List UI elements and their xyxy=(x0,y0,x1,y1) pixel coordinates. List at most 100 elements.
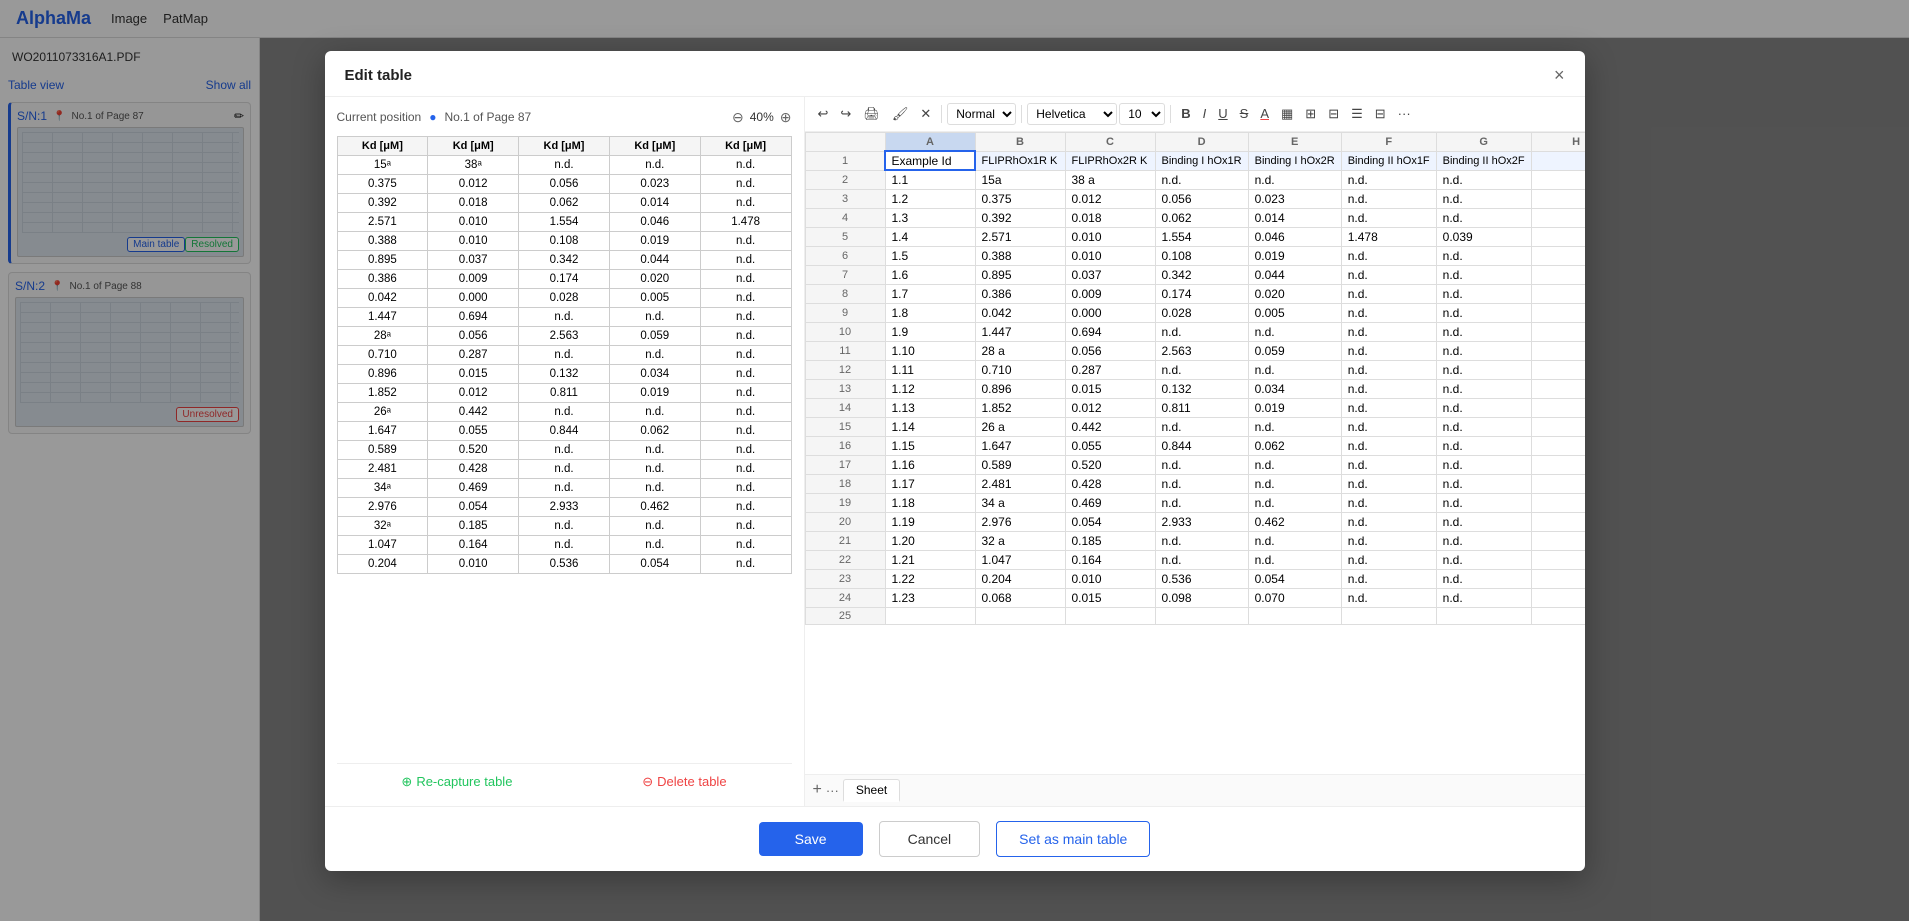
spreadsheet-cell[interactable]: 1.11 xyxy=(885,360,975,379)
spreadsheet-cell[interactable]: 0.287 xyxy=(1065,360,1155,379)
spreadsheet-cell[interactable]: 1.12 xyxy=(885,379,975,398)
highlight-button[interactable]: ▦ xyxy=(1276,103,1298,125)
spreadsheet-cell[interactable]: n.d. xyxy=(1248,360,1341,379)
spreadsheet-cell[interactable]: 0.392 xyxy=(975,208,1065,227)
borders-button[interactable]: ⊞ xyxy=(1300,103,1321,125)
spreadsheet-cell[interactable] xyxy=(1248,607,1341,624)
spreadsheet-cell[interactable]: 1.20 xyxy=(885,531,975,550)
spreadsheet-cell[interactable]: n.d. xyxy=(1248,493,1341,512)
spreadsheet-cell[interactable]: n.d. xyxy=(1436,588,1531,607)
spreadsheet-cell[interactable] xyxy=(1531,265,1584,284)
spreadsheet-cell[interactable]: n.d. xyxy=(1436,417,1531,436)
spreadsheet-cell[interactable]: 0.054 xyxy=(1065,512,1155,531)
spreadsheet-cell[interactable]: n.d. xyxy=(1436,455,1531,474)
spreadsheet-cell[interactable]: n.d. xyxy=(1248,170,1341,189)
spreadsheet-cell[interactable]: n.d. xyxy=(1436,303,1531,322)
spreadsheet-cell[interactable]: 26 a xyxy=(975,417,1065,436)
spreadsheet-cell[interactable]: 0.442 xyxy=(1065,417,1155,436)
spreadsheet-cell[interactable]: n.d. xyxy=(1341,189,1436,208)
spreadsheet-cell[interactable]: n.d. xyxy=(1248,531,1341,550)
sheet-more-button[interactable]: ··· xyxy=(826,783,839,798)
spreadsheet-cell[interactable]: n.d. xyxy=(1248,455,1341,474)
spreadsheet-cell[interactable]: 0.012 xyxy=(1065,189,1155,208)
spreadsheet-cell[interactable]: Binding I hOx2R xyxy=(1248,151,1341,170)
spreadsheet-cell[interactable]: 0.009 xyxy=(1065,284,1155,303)
spreadsheet-cell[interactable]: 1.13 xyxy=(885,398,975,417)
spreadsheet-cell[interactable]: n.d. xyxy=(1341,512,1436,531)
align-button[interactable]: ☰ xyxy=(1346,103,1368,125)
spreadsheet-cell[interactable] xyxy=(1531,398,1584,417)
spreadsheet-cell[interactable]: n.d. xyxy=(1436,379,1531,398)
spreadsheet-cell[interactable]: 0.469 xyxy=(1065,493,1155,512)
spreadsheet-cell[interactable]: 1.554 xyxy=(1155,227,1248,246)
spreadsheet-cell[interactable] xyxy=(1531,322,1584,341)
spreadsheet-cell[interactable]: Binding II hOx2F xyxy=(1436,151,1531,170)
spreadsheet-cell[interactable]: 0.014 xyxy=(1248,208,1341,227)
spreadsheet-cell[interactable]: 1.10 xyxy=(885,341,975,360)
spreadsheet-cell[interactable]: 1.4 xyxy=(885,227,975,246)
spreadsheet-cell[interactable] xyxy=(1531,455,1584,474)
spreadsheet-cell[interactable] xyxy=(1531,569,1584,588)
spreadsheet-cell[interactable]: n.d. xyxy=(1436,436,1531,455)
valign-button[interactable]: ⊟ xyxy=(1370,103,1391,125)
spreadsheet-cell[interactable] xyxy=(1531,360,1584,379)
recapture-button[interactable]: ⊕ Re-capture table xyxy=(401,774,512,790)
spreadsheet-cell[interactable]: n.d. xyxy=(1341,265,1436,284)
spreadsheet-container[interactable]: A B C D E F G H 1Example IdFLIPRhOx1R KF… xyxy=(805,132,1585,774)
spreadsheet-cell[interactable]: n.d. xyxy=(1341,531,1436,550)
spreadsheet-cell[interactable]: 0.428 xyxy=(1065,474,1155,493)
spreadsheet-cell[interactable]: n.d. xyxy=(1436,493,1531,512)
spreadsheet-cell[interactable] xyxy=(1531,303,1584,322)
spreadsheet-cell[interactable]: 2.976 xyxy=(975,512,1065,531)
spreadsheet-cell[interactable]: 0.010 xyxy=(1065,227,1155,246)
spreadsheet-cell[interactable]: n.d. xyxy=(1341,341,1436,360)
spreadsheet-cell[interactable]: 0.018 xyxy=(1065,208,1155,227)
font-select[interactable]: Helvetica xyxy=(1027,103,1117,125)
more-button[interactable]: ··· xyxy=(1393,103,1416,124)
spreadsheet-cell[interactable]: 0.185 xyxy=(1065,531,1155,550)
spreadsheet-cell[interactable]: n.d. xyxy=(1248,417,1341,436)
spreadsheet-cell[interactable]: 1.047 xyxy=(975,550,1065,569)
spreadsheet-cell[interactable]: 38 a xyxy=(1065,170,1155,189)
spreadsheet-cell[interactable]: n.d. xyxy=(1436,208,1531,227)
spreadsheet-cell[interactable]: 1.9 xyxy=(885,322,975,341)
spreadsheet-cell[interactable]: n.d. xyxy=(1341,379,1436,398)
spreadsheet-cell[interactable]: n.d. xyxy=(1341,588,1436,607)
spreadsheet-cell[interactable]: 0.694 xyxy=(1065,322,1155,341)
spreadsheet-cell[interactable] xyxy=(1531,208,1584,227)
underline-button[interactable]: U xyxy=(1213,103,1232,124)
spreadsheet-cell[interactable]: 0.056 xyxy=(1065,341,1155,360)
spreadsheet-cell[interactable]: n.d. xyxy=(1155,455,1248,474)
format-paint-button[interactable]: 🖌 xyxy=(887,103,914,125)
spreadsheet-cell[interactable] xyxy=(1341,607,1436,624)
spreadsheet-cell[interactable]: FLIPRhOx1R K xyxy=(975,151,1065,170)
spreadsheet-cell[interactable]: n.d. xyxy=(1436,398,1531,417)
spreadsheet-cell[interactable]: n.d. xyxy=(1436,550,1531,569)
spreadsheet-cell[interactable]: 0.108 xyxy=(1155,246,1248,265)
spreadsheet-cell[interactable]: 1.6 xyxy=(885,265,975,284)
spreadsheet-cell[interactable]: 1.478 xyxy=(1341,227,1436,246)
spreadsheet-cell[interactable]: 0.520 xyxy=(1065,455,1155,474)
spreadsheet-cell[interactable]: 0.012 xyxy=(1065,398,1155,417)
spreadsheet-cell[interactable]: n.d. xyxy=(1436,512,1531,531)
spreadsheet-cell[interactable] xyxy=(1531,246,1584,265)
spreadsheet-cell[interactable]: 0.010 xyxy=(1065,569,1155,588)
spreadsheet-cell[interactable]: n.d. xyxy=(1248,474,1341,493)
spreadsheet-cell[interactable] xyxy=(1531,284,1584,303)
spreadsheet-cell[interactable]: 0.023 xyxy=(1248,189,1341,208)
spreadsheet-cell[interactable]: 0.098 xyxy=(1155,588,1248,607)
spreadsheet-cell[interactable]: 1.22 xyxy=(885,569,975,588)
spreadsheet-cell[interactable]: 0.028 xyxy=(1155,303,1248,322)
spreadsheet-cell[interactable]: 0.056 xyxy=(1155,189,1248,208)
spreadsheet-cell[interactable]: n.d. xyxy=(1341,493,1436,512)
spreadsheet-cell[interactable]: 0.844 xyxy=(1155,436,1248,455)
spreadsheet-cell[interactable] xyxy=(1531,512,1584,531)
spreadsheet-cell[interactable] xyxy=(1531,379,1584,398)
spreadsheet-cell[interactable]: 1.3 xyxy=(885,208,975,227)
spreadsheet-cell[interactable]: FLIPRhOx2R K xyxy=(1065,151,1155,170)
spreadsheet-cell[interactable]: 0.132 xyxy=(1155,379,1248,398)
spreadsheet-cell[interactable]: 0.046 xyxy=(1248,227,1341,246)
spreadsheet-cell[interactable]: n.d. xyxy=(1155,360,1248,379)
spreadsheet-cell[interactable]: Binding I hOx1R xyxy=(1155,151,1248,170)
spreadsheet-cell[interactable]: n.d. xyxy=(1341,398,1436,417)
